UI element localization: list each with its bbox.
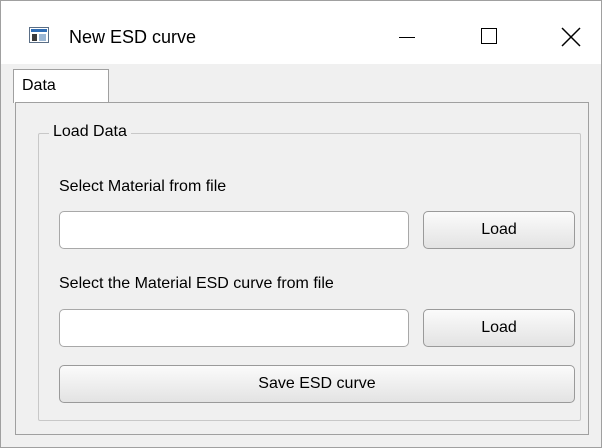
esd-curve-file-input[interactable] <box>60 310 408 346</box>
esd-curve-file-field[interactable] <box>59 309 409 347</box>
material-file-field[interactable] <box>59 211 409 249</box>
tab-data[interactable]: Data <box>13 69 109 103</box>
close-icon <box>561 27 581 47</box>
maximize-icon <box>481 28 497 44</box>
close-button[interactable] <box>541 16 601 56</box>
tab-pane-data: Load Data Select Material from file Load… <box>15 102 589 435</box>
load-material-button[interactable]: Load <box>423 211 575 249</box>
group-title: Load Data <box>49 123 131 141</box>
save-esd-curve-button[interactable]: Save ESD curve <box>59 365 575 403</box>
window-title: New ESD curve <box>69 27 197 47</box>
maximize-button[interactable] <box>459 16 519 56</box>
tab-data-label: Data <box>22 77 56 94</box>
esd-curve-file-label: Select the Material ESD curve from file <box>59 275 334 292</box>
material-file-label: Select Material from file <box>59 178 227 195</box>
title-bar[interactable]: New ESD curve <box>1 1 601 64</box>
minimize-button[interactable] <box>377 16 437 56</box>
load-data-group: Load Data Select Material from file Load… <box>38 123 581 421</box>
minimize-icon <box>399 37 415 38</box>
dialog-window: New ESD curve Data Load Data Select Mate… <box>0 0 602 448</box>
app-window-icon <box>29 27 49 43</box>
material-file-input[interactable] <box>60 212 408 248</box>
load-esd-curve-button[interactable]: Load <box>423 309 575 347</box>
